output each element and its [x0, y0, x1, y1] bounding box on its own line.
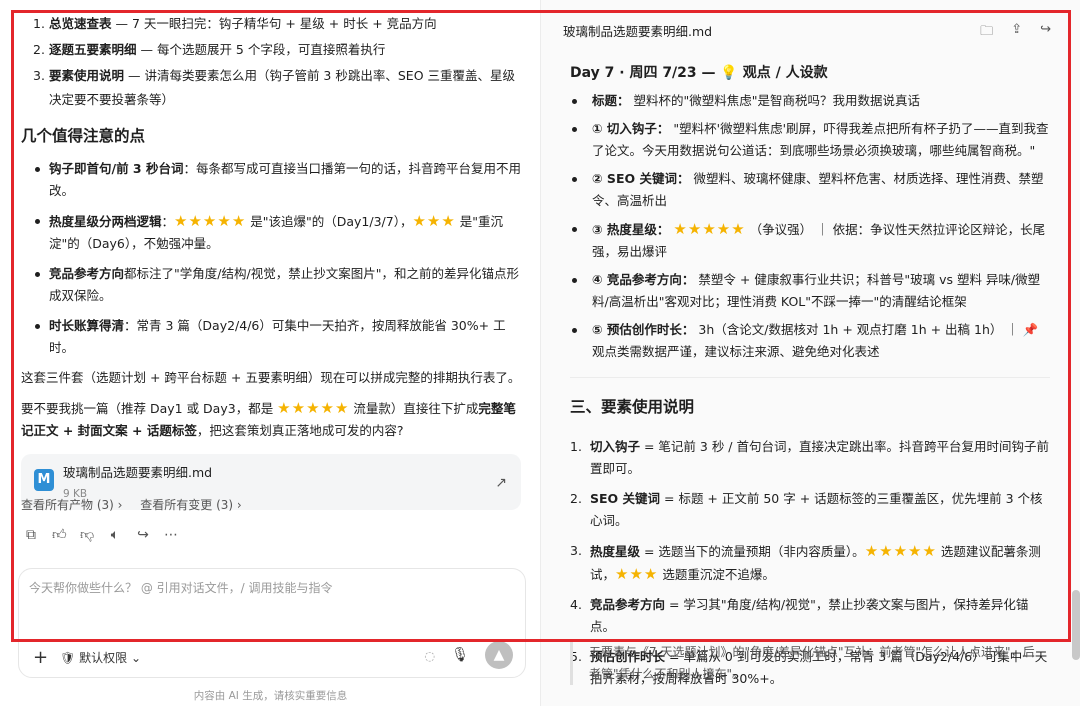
chat-input-placeholder[interactable]: 今天帮你做些什么？ @ 引用对话文件，/ 调用技能与指令 — [29, 579, 333, 596]
list-item: 钩子即首句/前 3 秒台词：每条都写成可直接当口播第一句的话，抖音跨平台复用不用… — [21, 158, 521, 202]
document-header: 玻璃制品选题要素明细.md 🗀 ⇪ ↪ — [563, 20, 1063, 44]
star-rating-icon: ★★★★★ — [277, 399, 350, 417]
upload-cloud-icon[interactable]: ⇪ — [1011, 22, 1022, 44]
copy-icon[interactable]: ⧉ — [24, 528, 38, 542]
star-rating-icon: ★★★ — [615, 565, 659, 583]
input-right-tools: ◌ 🎙︎ ▲ — [424, 641, 513, 669]
divider — [570, 377, 1050, 378]
chat-message: 1. 总览速查表 — 7 天一眼扫完：钩子精华句 + 星级 + 时长 + 竞品方向… — [21, 12, 521, 510]
pin-icon: 📌 — [1022, 322, 1039, 337]
star-rating-icon: ★★★★★ — [864, 542, 937, 560]
markdown-file-icon: M — [34, 469, 54, 491]
folder-icon[interactable]: 🗀 — [980, 22, 993, 44]
list-item: 标题： 塑料杯的"微塑料焦虑"是智商税吗？我用数据说真话 — [570, 90, 1050, 112]
document-panel: 玻璃制品选题要素明细.md 🗀 ⇪ ↪ Day 7 · 周四 7/23 — 💡 … — [541, 0, 1080, 706]
artifact-links: 查看所有产物 (3) › 查看所有变更 (3) › — [21, 496, 256, 513]
permission-selector[interactable]: 🛡︎ 默认权限 ⌄ — [60, 649, 141, 666]
deliverables-list: 1. 总览速查表 — 7 天一眼扫完：钩子精华句 + 星级 + 时长 + 竞品方向… — [21, 12, 521, 112]
thumbs-down-icon[interactable]: 👎︎ — [80, 528, 94, 542]
document-body: Day 7 · 周四 7/23 — 💡 观点 / 人设款 标题： 塑料杯的"微塑… — [570, 62, 1050, 698]
view-all-outputs-link[interactable]: 查看所有产物 (3) › — [21, 498, 122, 512]
list-item: ④ 竞品参考方向： 禁塑令 + 健康叙事行业共识；科普号"玻璃 vs 塑料 异味… — [570, 269, 1050, 313]
chevron-down-icon: ⌄ — [131, 651, 142, 665]
shield-icon: 🛡︎ — [60, 651, 76, 665]
add-icon[interactable]: + — [33, 647, 48, 668]
list-item: 热度星级分两档逻辑：★★★★★ 是"该追爆"的（Day1/3/7），★★★ 是"… — [21, 210, 521, 255]
ai-disclaimer: 内容由 AI 生成，请核实重要信息 — [193, 690, 348, 702]
list-item: 竞品参考方向都标注了"学角度/结构/视觉，禁止抄文案图片"，和之前的差异化锚点形… — [21, 263, 521, 307]
section-heading: 几个值得注意的点 — [21, 127, 146, 145]
list-item: 2. SEO 关键词 = 标题 + 正文前 50 字 + 话题标签的三重覆盖区，优… — [570, 491, 1043, 528]
star-rating-icon: ★★★★★ — [174, 212, 247, 230]
mic-icon[interactable]: 🎙︎ — [451, 647, 469, 663]
list-item: 3. 要素使用说明 — 讲清每类要素怎么用（钩子管前 3 秒跳出率、SEO 三重覆… — [33, 68, 516, 107]
day-heading: Day 7 · 周四 7/23 — 💡 观点 / 人设款 — [570, 65, 828, 81]
star-rating-icon: ★★★★★ — [673, 220, 746, 238]
list-item: 4. 竞品参考方向 = 学习其"角度/结构/视觉"，禁止抄袭文案与图片，保持差异化… — [570, 597, 1029, 634]
list-item: 2. 逐题五要素明细 — 每个选题展开 5 个字段，可直接照着执行 — [33, 42, 386, 57]
star-rating-icon: ★★★ — [412, 212, 456, 230]
open-external-icon[interactable]: ↗ — [495, 471, 507, 495]
usage-heading: 三、要素使用说明 — [570, 398, 695, 416]
list-item: 1. 切入钩子 = 笔记前 3 秒 / 首句台词，直接决定跳出率。抖音跨平台复用时… — [570, 439, 1049, 476]
chat-input-box[interactable]: 今天帮你做些什么？ @ 引用对话文件，/ 调用技能与指令 + 🛡︎ 默认权限 ⌄… — [18, 568, 526, 678]
document-header-actions: 🗀 ⇪ ↪ — [980, 22, 1051, 44]
points-list: 钩子即首句/前 3 秒台词：每条都写成可直接当口播第一句的话，抖音跨平台复用不用… — [21, 158, 521, 359]
day-items: 标题： 塑料杯的"微塑料焦虑"是智商税吗？我用数据说真话 ① 切入钩子： "塑料… — [570, 90, 1050, 363]
scrollbar[interactable] — [1072, 590, 1080, 660]
chat-panel: 1. 总览速查表 — 7 天一眼扫完：钩子精华句 + 星级 + 时长 + 竞品方向… — [0, 0, 541, 706]
list-item: ③ 热度星级： ★★★★★ （争议强） ｜ 依据：争议性天然拉评论区辩论，长尾强… — [570, 218, 1050, 263]
message-actions: ⧉ 👍︎ 👎︎ 🔈︎ ↪ ⋯ — [24, 528, 178, 542]
thumbs-up-icon[interactable]: 👍︎ — [52, 528, 67, 542]
share-icon[interactable]: ↪ — [1040, 22, 1051, 44]
list-item: 1. 总览速查表 — 7 天一眼扫完：钩子精华句 + 星级 + 时长 + 竞品方向 — [33, 16, 437, 31]
blockquote-note: 五要素与《7 天选题计划》的"角度/差异化锚点"互补：前者管"怎么让人点进来"，… — [570, 641, 1040, 685]
share-icon[interactable]: ↪ — [136, 528, 150, 542]
followup-paragraph: 要不要我挑一篇（推荐 Day1 或 Day3，都是 ★★★★★ 流量款）直接往下… — [21, 399, 516, 438]
summary-paragraph: 这套三件套（选题计划 + 跨平台标题 + 五要素明细）现在可以拼成完整的排期执行… — [21, 370, 521, 385]
view-all-changes-link[interactable]: 查看所有变更 (3) › — [140, 498, 241, 512]
lightbulb-icon: 💡 — [720, 65, 738, 81]
list-item: ① 切入钩子： "塑料杯'微塑料焦虑'刷屏，吓得我差点把所有杯子扔了——直到我查… — [570, 118, 1050, 162]
send-button[interactable]: ▲ — [485, 641, 513, 669]
input-toolbar: + 🛡︎ 默认权限 ⌄ — [33, 647, 141, 668]
more-icon[interactable]: ⋯ — [164, 528, 178, 542]
list-item: ⑤ 预估创作时长： 3h（含论文/数据核对 1h + 观点打磨 1h + 出稿 … — [570, 319, 1050, 363]
list-item: ② SEO 关键词： 微塑料、玻璃杯健康、塑料杯危害、材质选择、理性消费、禁塑令… — [570, 168, 1050, 212]
document-title: 玻璃制品选题要素明细.md — [563, 24, 713, 39]
list-item: 3. 热度星级 = 选题当下的流量预期（非内容质量）。★★★★★ 选题建议配薯条测… — [570, 542, 1041, 583]
speaker-icon[interactable]: 🔈︎ — [108, 528, 122, 542]
list-item: 时长账算得清：常青 3 篇（Day2/4/6）可集中一天拍齐，按周释放能省 30… — [21, 315, 521, 359]
loading-spinner-icon: ◌ — [424, 647, 436, 663]
